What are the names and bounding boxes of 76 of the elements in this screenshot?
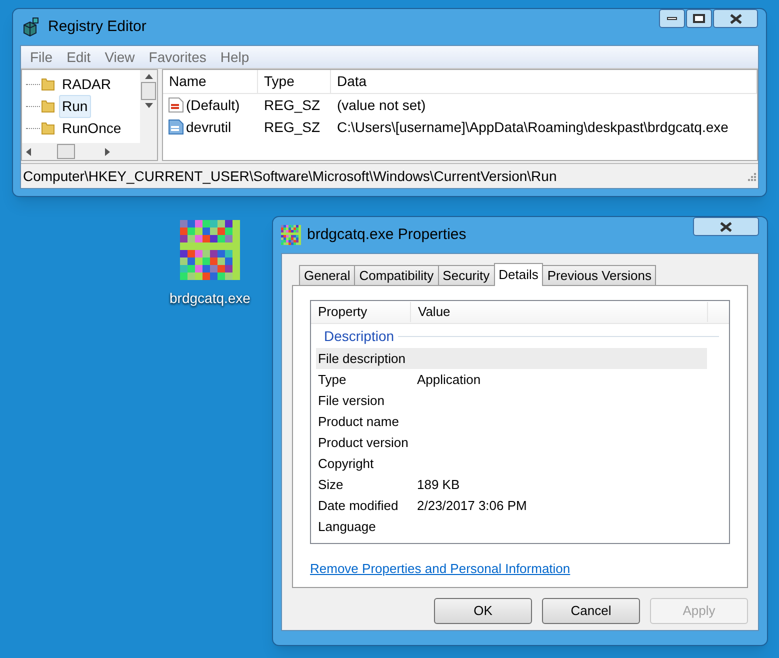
value-name: devrutil (186, 118, 232, 136)
property-row[interactable]: Product name (316, 411, 707, 432)
column-header[interactable]: Type (258, 70, 331, 93)
property-name: File version (318, 392, 384, 408)
property-row[interactable]: Product version (316, 432, 707, 453)
resize-grip-icon (746, 171, 756, 181)
window-title: brdgcatq.exe Properties (307, 224, 466, 245)
property-row[interactable]: Size 189 KB (316, 474, 707, 495)
value-data: C:\Users\[username]\AppData\Roaming\deskpast\brdgcatq.exe (337, 118, 728, 134)
column-header[interactable]: Value (411, 302, 708, 322)
column-header[interactable]: Data (331, 70, 757, 93)
tab[interactable]: Security (438, 265, 495, 285)
section-header: Description (324, 326, 394, 346)
close-icon (730, 14, 742, 24)
string-value-icon (167, 118, 185, 136)
application-icon (180, 220, 240, 280)
scroll-left-icon[interactable] (26, 148, 31, 156)
value-type: REG_SZ (264, 118, 320, 134)
property-name: Product version (318, 434, 408, 450)
horizontal-scrollbar[interactable] (22, 143, 157, 160)
folder-icon (40, 76, 56, 92)
property-row[interactable]: File description (316, 348, 707, 369)
desktop-icon-label[interactable]: brdgcatq.exe (170, 288, 250, 309)
property-name: Date modified (318, 498, 398, 513)
value-type: REG_SZ (264, 96, 320, 112)
tree-item[interactable]: RADAR (59, 72, 114, 96)
property-row[interactable]: Language (316, 516, 707, 537)
minimize-button[interactable] (659, 9, 685, 28)
menu-item[interactable]: Help (213, 46, 256, 68)
dialog-button[interactable]: Cancel (542, 598, 640, 624)
property-value: 2/23/2017 3:06 PM (417, 496, 527, 515)
property-name: Copyright (318, 456, 374, 471)
tree-item[interactable]: RunOnce (59, 116, 124, 140)
menu-item[interactable]: Edit (60, 46, 98, 68)
tab[interactable]: General (299, 265, 356, 285)
property-row[interactable]: File version (316, 390, 707, 411)
column-header[interactable]: Name (163, 70, 258, 93)
menu-item[interactable]: Favorites (142, 46, 214, 68)
property-row[interactable]: Type Application (316, 369, 707, 390)
window-title: Registry Editor (48, 16, 146, 37)
scroll-right-icon[interactable] (105, 148, 110, 156)
property-row[interactable]: Copyright (316, 453, 707, 474)
property-name: Product name (318, 414, 399, 429)
status-bar-path: Computer\HKEY_CURRENT_USER\Software\Microsoft\Windows\CurrentVersion\Run (23, 166, 557, 186)
value-data: (value not set) (337, 96, 426, 112)
remove-properties-link[interactable]: Remove Properties and Personal Information (310, 561, 570, 576)
value-name: (Default) (186, 96, 240, 115)
registry-icon (21, 17, 41, 37)
tab[interactable]: Previous Versions (542, 265, 656, 285)
scroll-up-icon[interactable] (144, 74, 152, 79)
property-name: Language (318, 518, 376, 534)
scroll-thumb[interactable] (141, 82, 156, 100)
dialog-button[interactable]: OK (434, 598, 532, 624)
close-icon (720, 222, 732, 232)
menu-item[interactable]: View (98, 46, 142, 68)
property-name: File description (318, 350, 406, 366)
tree-item[interactable]: Run (59, 94, 91, 118)
property-value: Application (417, 370, 481, 389)
scroll-down-icon[interactable] (144, 103, 152, 108)
application-icon (281, 225, 301, 245)
column-header[interactable]: Property (311, 302, 411, 322)
folder-icon (40, 98, 56, 114)
close-button[interactable] (713, 9, 758, 28)
property-name: Size (318, 476, 344, 492)
string-value-icon (167, 96, 185, 114)
close-button[interactable] (693, 217, 759, 236)
property-name: Type (318, 372, 346, 387)
property-value: 189 KB (417, 476, 460, 494)
tab[interactable]: Compatibility (354, 265, 439, 285)
maximize-button[interactable] (686, 9, 712, 28)
tab[interactable]: Details (494, 263, 544, 286)
vertical-scrollbar[interactable] (140, 70, 157, 143)
property-row[interactable]: Date modified 2/23/2017 3:06 PM (316, 495, 707, 516)
menu-item[interactable]: File (23, 46, 60, 68)
folder-icon (40, 120, 56, 136)
scroll-thumb[interactable] (57, 144, 75, 159)
